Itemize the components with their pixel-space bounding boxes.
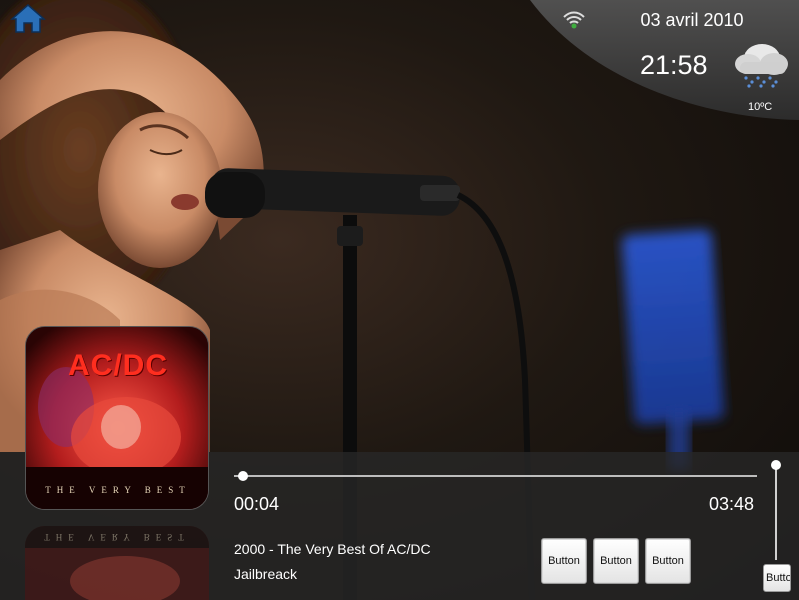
- volume-slider[interactable]: [770, 460, 782, 560]
- volume-handle[interactable]: [771, 460, 781, 470]
- date-label: 03 avril 2010: [640, 10, 744, 30]
- rain-cloud-icon: [735, 44, 788, 88]
- album-band-logo: AC/DC: [68, 349, 168, 382]
- clock-time: 21:58: [640, 50, 708, 80]
- album-reflection-subtitle: THE VERY BEST: [44, 532, 190, 542]
- elapsed-time: 00:04: [234, 494, 280, 514]
- home-icon: [10, 4, 46, 33]
- album-cover[interactable]: AC/DC THE VERY BEST: [25, 326, 209, 510]
- seek-track: [234, 475, 757, 477]
- album-subtitle: THE VERY BEST: [45, 485, 191, 495]
- control-button-2[interactable]: Button: [593, 538, 639, 584]
- media-player-screen: 03 avril 2010 21:58 10ºC AC/DC THE VERY …: [0, 0, 799, 600]
- temperature-label: 10ºC: [748, 101, 773, 113]
- volume-button[interactable]: Button: [763, 564, 791, 592]
- control-button-1[interactable]: Button: [541, 538, 587, 584]
- album-cover-reflection: THE VERY BEST: [25, 526, 209, 600]
- volume-track: [775, 464, 777, 560]
- control-button-3[interactable]: Button: [645, 538, 691, 584]
- wifi-icon: [563, 11, 585, 29]
- track-title: Jailbreack: [234, 566, 298, 582]
- total-time: 03:48: [709, 494, 755, 514]
- album-title: 2000 - The Very Best Of AC/DC: [234, 541, 431, 557]
- seek-slider[interactable]: [234, 471, 757, 481]
- home-button[interactable]: [10, 2, 46, 34]
